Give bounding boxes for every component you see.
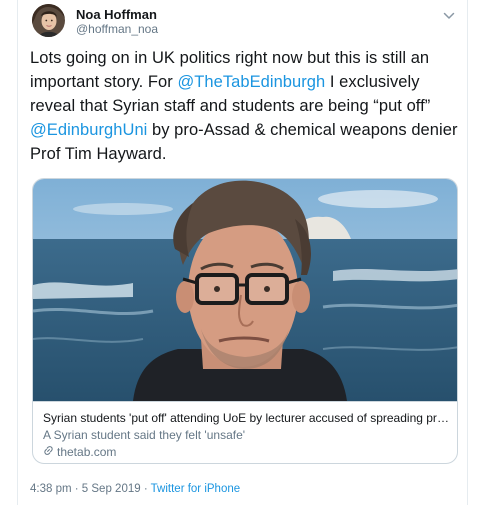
link-card[interactable]: Syrian students 'put off' attending UoE … — [32, 178, 458, 464]
tweet-time[interactable]: 4:38 pm — [30, 483, 72, 495]
chevron-down-icon[interactable] — [442, 8, 456, 19]
card-domain: thetab.com — [57, 445, 117, 459]
author-display-name[interactable]: Noa Hoffman — [76, 7, 158, 22]
link-icon — [43, 444, 57, 460]
card-title[interactable]: Syrian students 'put off' attending UoE … — [43, 410, 449, 426]
avatar[interactable] — [32, 4, 65, 37]
card-domain-row: thetab.com — [43, 444, 449, 460]
tweet-text: Lots going on in UK politics right now b… — [30, 46, 465, 166]
author-names: Noa Hoffman @hoffman_noa — [76, 7, 158, 37]
meta-separator: · — [140, 483, 151, 495]
card-image[interactable] — [33, 179, 458, 401]
card-description: A Syrian student said they felt 'unsafe' — [43, 428, 246, 442]
mention-edinburghuni[interactable]: @EdinburghUni — [30, 121, 147, 139]
tweet-date[interactable]: 5 Sep 2019 — [82, 483, 141, 495]
frame-border-right — [467, 0, 468, 505]
meta-separator: · — [71, 483, 82, 495]
tweet-header: Noa Hoffman @hoffman_noa — [18, 0, 467, 42]
card-body: Syrian students 'put off' attending UoE … — [33, 401, 457, 463]
tweet-meta: 4:38 pm · 5 Sep 2019 · Twitter for iPhon… — [30, 483, 240, 495]
tweet: Noa Hoffman @hoffman_noa Lots going on i… — [18, 0, 467, 505]
author-handle[interactable]: @hoffman_noa — [76, 22, 158, 37]
mention-thetabedinburgh[interactable]: @TheTabEdinburgh — [177, 73, 325, 91]
tweet-source[interactable]: Twitter for iPhone — [151, 483, 240, 495]
